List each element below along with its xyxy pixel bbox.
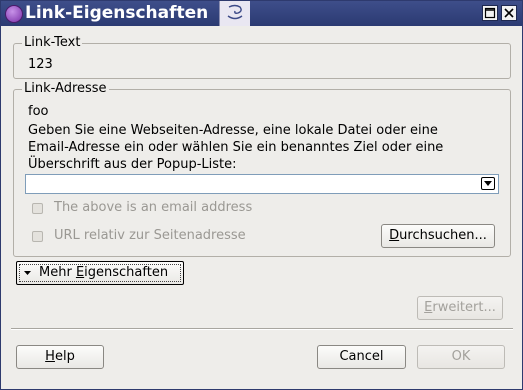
window-title: Link-Eigenschaften bbox=[25, 3, 209, 23]
close-icon bbox=[504, 8, 514, 18]
email-checkbox[interactable] bbox=[32, 203, 43, 214]
link-address-description: Geben Sie eine Webseiten-Adresse, eine l… bbox=[28, 122, 448, 173]
relative-url-checkbox[interactable] bbox=[32, 231, 43, 242]
title-bar[interactable]: Link-Eigenschaften bbox=[1, 1, 522, 26]
app-icon bbox=[5, 5, 23, 23]
description-line: Überschrift aus der Popup-Liste: bbox=[28, 157, 237, 172]
cancel-button[interactable]: Cancel bbox=[317, 345, 406, 369]
close-button[interactable] bbox=[501, 5, 517, 21]
description-line: Email-Adresse ein oder wählen Sie ein be… bbox=[28, 140, 444, 155]
advanced-label: rweitert... bbox=[432, 300, 496, 315]
swirl-icon bbox=[227, 4, 243, 20]
more-properties-mnemonic: E bbox=[75, 265, 85, 280]
link-text-group: Link-Text bbox=[13, 35, 511, 79]
browse-mnemonic: D bbox=[389, 228, 400, 243]
expander-triangle-icon bbox=[24, 271, 31, 275]
email-checkbox-label: The above is an email address bbox=[54, 200, 253, 215]
help-mnemonic: H bbox=[45, 349, 55, 364]
description-line: Geben Sie eine Webseiten-Adresse, eine l… bbox=[28, 123, 438, 138]
more-properties-label-pre: Mehr bbox=[39, 265, 76, 280]
help-label: elp bbox=[54, 349, 75, 364]
separator bbox=[11, 328, 513, 330]
taskbar-tab[interactable] bbox=[219, 1, 250, 26]
link-properties-dialog: Link-Eigenschaften Link-Text 123 Link-Ad… bbox=[0, 0, 523, 390]
advanced-button[interactable]: Erweitert... bbox=[417, 296, 503, 320]
combo-dropdown-button[interactable] bbox=[481, 177, 495, 190]
more-properties-label: Mehr Eigenschaften bbox=[39, 262, 168, 283]
more-properties-label-rest: igenschaften bbox=[84, 265, 169, 280]
help-button[interactable]: Help bbox=[16, 345, 104, 369]
maximize-icon bbox=[484, 7, 496, 19]
ok-button[interactable]: OK bbox=[417, 345, 505, 369]
chevron-down-icon bbox=[484, 181, 492, 186]
relative-url-checkbox-label: URL relativ zur Seitenadresse bbox=[54, 228, 246, 243]
maximize-button[interactable] bbox=[482, 5, 498, 21]
link-address-combobox[interactable] bbox=[25, 174, 499, 194]
link-address-value: foo bbox=[28, 104, 49, 119]
link-text-value: 123 bbox=[28, 57, 53, 72]
browse-button[interactable]: Durchsuchen... bbox=[381, 224, 495, 248]
browse-label: urchsuchen... bbox=[399, 228, 487, 243]
link-address-legend: Link-Adresse bbox=[22, 81, 109, 96]
link-text-legend: Link-Text bbox=[22, 35, 83, 50]
more-properties-button[interactable]: Mehr Eigenschaften bbox=[16, 261, 184, 285]
